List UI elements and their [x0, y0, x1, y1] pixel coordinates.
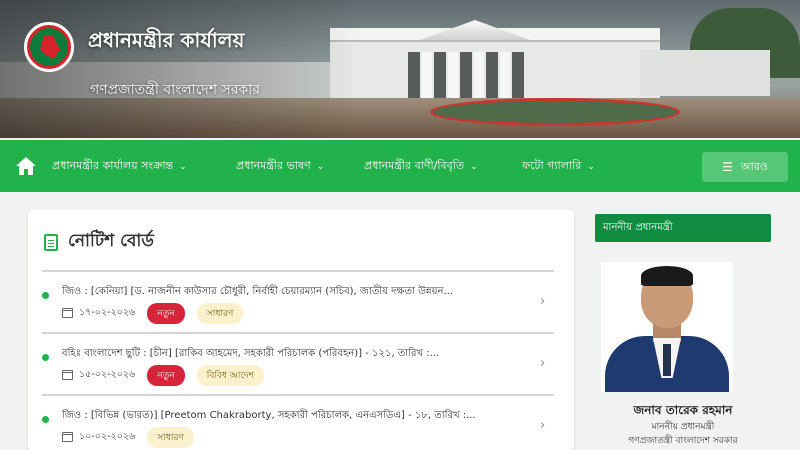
chevron-right-icon[interactable]: › — [540, 418, 545, 433]
notice-item[interactable]: বহিঃ বাংলাদেশ ছুটি : [চীন] [রাকিব আহমেদ,… — [42, 332, 554, 394]
government-emblem-icon[interactable] — [24, 22, 74, 72]
notice-item[interactable]: জিও : [বিভিন্ন (ভারত)] [Preetom Chakrabo… — [42, 394, 554, 450]
new-badge: নতুন — [147, 364, 185, 386]
new-badge: নতুন — [147, 302, 185, 324]
banner-wing — [640, 50, 770, 96]
category-badge: সাধারণ — [147, 426, 194, 448]
notice-date: ১০-০২-২০২৬ — [79, 430, 136, 442]
site-title[interactable]: প্রধানমন্ত্রীর কার্যালয় — [88, 26, 244, 59]
document-icon — [44, 233, 58, 251]
calendar-icon — [62, 432, 73, 442]
nav-item-speeches[interactable]: প্রধানমন্ত্রীর ভাষণ ⌄ — [236, 140, 324, 192]
category-badge: বিবিধ আদেশ — [196, 364, 264, 386]
notice-meta: ১০-০২-২০২৬ সাধারণ — [62, 426, 206, 448]
bullet-icon — [42, 354, 49, 361]
bullet-icon — [42, 416, 49, 423]
notice-title[interactable]: জিও : [বিভিন্ন (ভারত)] [Preetom Chakrabo… — [62, 408, 524, 425]
site-subtitle: গণপ্রজাতন্ত্রী বাংলাদেশ সরকার — [90, 82, 260, 98]
menu-icon: ☰ — [722, 160, 733, 174]
calendar-icon — [62, 370, 73, 380]
notice-date: ১৫-০২-২০২৬ — [79, 368, 136, 380]
notice-title[interactable]: জিও : [কেনিয়া] [ড. নাজনীন কাউসার চৌধুরী… — [62, 284, 524, 301]
header-banner — [0, 0, 800, 138]
pm-panel-heading: মাননীয় প্রধানমন্ত্রী — [595, 214, 771, 242]
notice-board-card: নোটিশ বোর্ড জিও : [কেনিয়া] [ড. নাজনীন ক… — [28, 210, 574, 450]
banner-fountain — [430, 98, 680, 126]
pm-portrait[interactable] — [601, 262, 733, 392]
notice-board-title: নোটিশ বোর্ড — [44, 228, 154, 256]
pm-role: মাননীয় প্রধানমন্ত্রী — [651, 422, 715, 432]
chevron-down-icon: ⌄ — [470, 162, 478, 172]
nav-item-photo-gallery[interactable]: ফটো গ্যালারি ⌄ — [522, 140, 595, 192]
calendar-icon — [62, 308, 73, 318]
notice-date: ১৭-০২-২০২৬ — [79, 306, 136, 318]
chevron-right-icon[interactable]: › — [540, 294, 545, 309]
home-icon[interactable] — [14, 154, 38, 178]
nav-item-pmo[interactable]: প্রধানমন্ত্রীর কার্যালয় সংক্রান্ত ⌄ — [52, 140, 187, 192]
category-badge: সাধারণ — [196, 302, 244, 324]
notice-meta: ১৭-০২-২০২৬ নতুন সাধারণ — [62, 302, 255, 324]
notice-meta: ১৫-০২-২০২৬ নতুন বিবিধ আদেশ — [62, 364, 276, 386]
pm-government: গণপ্রজাতন্ত্রী বাংলাদেশ সরকার — [628, 436, 738, 446]
main-nav: প্রধানমন্ত্রীর কার্যালয় সংক্রান্ত ⌄ প্রধ… — [0, 140, 800, 192]
chevron-down-icon: ⌄ — [179, 162, 187, 172]
nav-item-statements[interactable]: প্রধানমন্ত্রীর বাণী/বিবৃতি ⌄ — [364, 140, 478, 192]
chevron-down-icon: ⌄ — [587, 162, 595, 172]
chevron-down-icon: ⌄ — [316, 162, 325, 172]
more-button[interactable]: ☰ আরও — [702, 152, 788, 182]
chevron-right-icon[interactable]: › — [540, 356, 545, 371]
notice-title[interactable]: বহিঃ বাংলাদেশ ছুটি : [চীন] [রাকিব আহমেদ,… — [62, 346, 524, 363]
bullet-icon — [42, 292, 49, 299]
notice-item[interactable]: জিও : [কেনিয়া] [ড. নাজনীন কাউসার চৌধুরী… — [42, 270, 554, 332]
